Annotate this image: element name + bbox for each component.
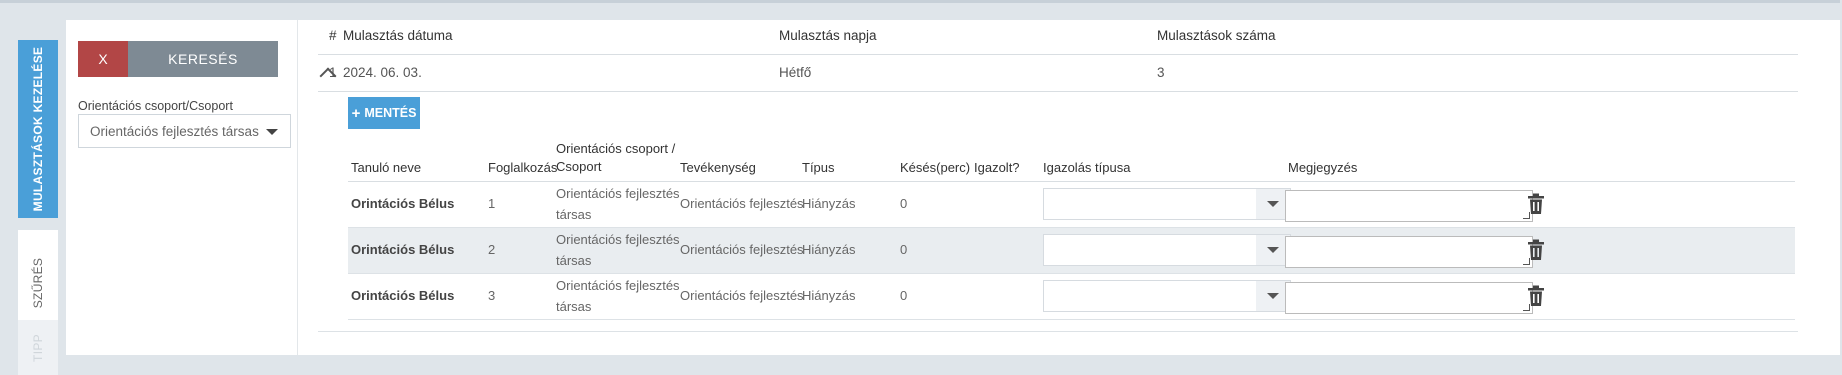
absence-type: Hiányzás [802,196,856,211]
plus-icon: + [351,104,361,122]
summary-row-date: 2024. 06. 03. [343,65,422,80]
col-header-activity: Tevékenység [680,160,756,175]
excuse-type-select[interactable] [1043,234,1291,266]
table-row: Orintációs Bélus 3 Orientációs fejleszté… [348,274,1795,320]
side-tab-strip: MULASZTÁSOK KEZELÉSE SZŰRÉS TIPP [0,20,66,375]
col-header-count: Mulasztások száma [1157,28,1276,43]
group-name-line2: társas [556,207,592,222]
group-name: Orientációs fejlesztés társas [556,275,686,317]
col-header-date: Mulasztás dátuma [343,28,453,43]
col-header-group-line1: Orientációs csoport / [556,141,676,156]
clear-filter-button[interactable]: X [78,41,128,77]
group-filter-label: Orientációs csoport/Csoport [78,99,233,113]
activity: Orientációs fejlesztés [680,288,804,303]
absence-type: Hiányzás [802,242,856,257]
save-button-label: MENTÉS [364,106,417,120]
main-content: # Mulasztás dátuma Mulasztás napja Mulas… [297,20,1841,355]
trash-icon[interactable] [1527,193,1545,215]
row-divider [318,91,1798,92]
filter-panel: X KERESÉS Orientációs csoport/Csoport Or… [66,20,297,355]
excuse-type-select[interactable] [1043,280,1291,312]
group-name-line1: Orientációs fejlesztés [556,232,680,247]
student-name: Orintációs Bélus [351,242,455,257]
group-name-line1: Orientációs fejlesztés [556,186,680,201]
col-header-excuse-type: Igazolás típusa [1043,160,1131,175]
search-button[interactable]: KERESÉS [128,41,278,77]
col-header-note: Megjegyzés [1288,160,1358,175]
student-name: Orintációs Bélus [351,196,455,211]
group-select[interactable]: Orientációs fejlesztés társas [78,114,291,148]
lesson-number: 3 [488,288,496,303]
activity: Orientációs fejlesztés [680,242,804,257]
group-name: Orientációs fejlesztés társas [556,183,686,225]
trash-icon[interactable] [1527,239,1545,261]
note-textarea[interactable] [1285,282,1533,314]
note-textarea[interactable] [1285,236,1533,268]
summary-row-count: 3 [1157,65,1165,80]
header-divider [318,54,1798,55]
col-header-lesson: Foglalkozás [488,160,558,175]
excuse-type-select[interactable] [1043,188,1291,220]
chevron-down-icon [266,129,278,135]
col-header-late: Késés(perc) [900,160,971,175]
note-textarea[interactable] [1285,190,1533,222]
group-name: Orientációs fejlesztés társas [556,229,686,271]
tab-label: SZŰRÉS [31,257,45,309]
table-bottom-divider [318,331,1798,332]
table-row: Orintációs Bélus 1 Orientációs fejleszté… [348,182,1795,228]
col-header-group: Orientációs csoport / Csoport [556,140,675,176]
late-minutes: 0 [900,288,908,303]
late-minutes: 0 [900,196,908,211]
filter-button-group: X KERESÉS [78,41,278,77]
group-name-line1: Orientációs fejlesztés [556,278,680,293]
col-header-group-line2: Csoport [556,159,602,174]
col-header-name: Tanuló neve [351,160,422,175]
group-name-line2: társas [556,253,592,268]
student-name: Orintációs Bélus [351,288,455,303]
summary-row-day: Hétfő [779,65,812,80]
absence-type: Hiányzás [802,288,856,303]
col-header-type: Típus [802,160,835,175]
late-minutes: 0 [900,242,908,257]
save-button[interactable]: + MENTÉS [348,97,420,129]
tab-mulasztasok-kezelese[interactable]: MULASZTÁSOK KEZELÉSE [18,40,58,218]
lesson-number: 1 [488,196,496,211]
col-header-num: # [329,28,337,43]
lesson-number: 2 [488,242,496,257]
table-row: Orintációs Bélus 2 Orientációs fejleszté… [348,228,1795,274]
trash-icon[interactable] [1527,285,1545,307]
tab-label: TIPP [31,333,45,362]
tab-tipp[interactable]: TIPP [18,320,58,375]
group-select-value: Orientációs fejlesztés társas [90,124,259,139]
col-header-excused: Igazolt? [974,160,1020,175]
col-header-day: Mulasztás napja [779,28,877,43]
activity: Orientációs fejlesztés [680,196,804,211]
group-name-line2: társas [556,299,592,314]
summary-row-num: 1 [329,65,337,80]
top-border [0,0,1842,3]
tab-label: MULASZTÁSOK KEZELÉSE [31,46,45,212]
